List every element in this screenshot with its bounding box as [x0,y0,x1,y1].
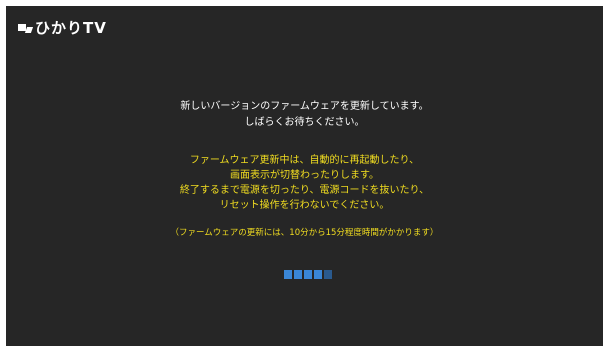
progress-segment [314,270,322,279]
warning-line-3: 終了するまで電源を切ったり、電源コードを抜いたり、 [179,185,430,196]
progress-segment [324,270,332,279]
warning-line-4: リセット操作を行わないでください。 [219,200,390,211]
hikari-tv-logo: ひかりTV [18,20,107,36]
update-message-line-1: 新しいバージョンのファームウェアを更新しています。 [180,101,429,112]
logo-mark-icon [18,22,34,35]
logo-text: ひかりTV [35,19,107,37]
warning-line-1: ファームウェア更新中は、自動的に再起動したり、 [189,155,420,166]
duration-note: （ファームウェアの更新には、10分から15分程度時間がかかります） [170,228,439,238]
firmware-update-screen: ひかりTV 新しいバージョンのファームウェアを更新しています。 しばらくお待ちく… [6,6,603,346]
progress-segment [304,270,312,279]
update-message-line-2: しばらくお待ちください。 [244,117,365,128]
progress-segment [294,270,302,279]
progress-indicator [284,270,332,279]
warning-line-2: 画面表示が切替わったりします。 [230,170,379,181]
progress-segment [284,270,292,279]
